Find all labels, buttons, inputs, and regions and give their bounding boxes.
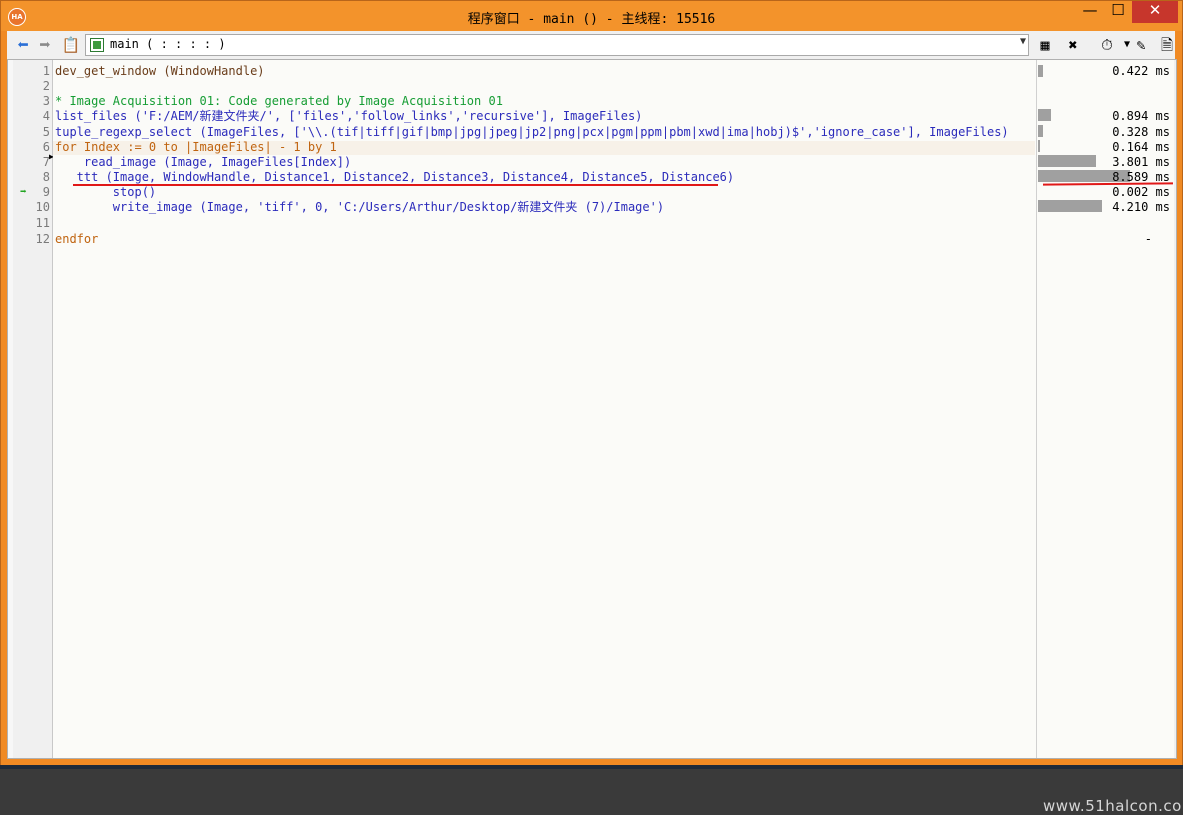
line-number: 12 xyxy=(35,232,50,246)
minimize-button[interactable]: — xyxy=(1076,1,1104,23)
code-line[interactable]: stop() xyxy=(55,185,156,200)
procedure-select[interactable]: main ( : : : : ) ▼ xyxy=(85,34,1029,56)
line-number-gutter[interactable]: 1 2 3 4 5 6 7 8 9 10 11 12 ➡ ▶ xyxy=(13,60,54,758)
watermark-text: www.51halcon.com xyxy=(1043,797,1183,815)
line-number: 11 xyxy=(35,216,50,230)
code-line[interactable]: endfor xyxy=(55,232,98,247)
code-editor: 1 2 3 4 5 6 7 8 9 10 11 12 ➡ ▶ dev_get_w… xyxy=(7,59,1183,815)
line-number: 10 xyxy=(35,200,50,214)
procedure-select-value: main ( : : : : ) xyxy=(110,37,226,51)
code-line[interactable]: dev_get_window (WindowHandle) xyxy=(55,64,265,79)
line-number: 6 xyxy=(42,140,50,154)
maximize-button[interactable]: ☐ xyxy=(1104,1,1132,23)
code-line[interactable]: ttt (Image, WindowHandle, Distance1, Dis… xyxy=(55,170,734,185)
code-line[interactable]: for Index := 0 to |ImageFiles| - 1 by 1 xyxy=(55,140,337,155)
clear-breakpoints-icon[interactable]: ✖ xyxy=(1063,35,1083,55)
procedure-icon xyxy=(90,38,104,52)
code-line[interactable]: list_files ('F:/AEM/新建文件夹/', ['files','f… xyxy=(55,109,642,124)
execution-time: - xyxy=(1144,232,1152,246)
program-counter-arrow-icon: ➡ xyxy=(20,185,27,198)
program-window: HA 程序窗口 - main () - 主线程: 15516 — ☐ ✕ ⬅ ➡… xyxy=(0,0,1183,815)
title-bar[interactable]: HA 程序窗口 - main () - 主线程: 15516 — ☐ ✕ xyxy=(1,1,1182,31)
execution-time: 0.422 ms xyxy=(1112,64,1170,78)
clipboard-icon[interactable]: 📋 xyxy=(61,35,81,55)
window-title: 程序窗口 - main () - 主线程: 15516 xyxy=(467,12,716,27)
time-bar xyxy=(1038,125,1043,137)
code-line[interactable]: read_image (Image, ImageFiles[Index]) xyxy=(55,155,351,170)
execution-time: 3.801 ms xyxy=(1112,155,1170,169)
toolbar: ⬅ ➡ 📋 main ( : : : : ) ▼ ▦ ✖ ⏱ ▼ ✎ 🗎 xyxy=(7,31,1175,59)
execution-time: 0.894 ms xyxy=(1112,109,1170,123)
time-bar xyxy=(1038,65,1043,77)
line-number: 8 xyxy=(42,170,50,184)
line-number: 5 xyxy=(42,125,50,139)
profiler-column: 0.422 ms 0.894 ms 0.328 ms 0.164 ms 3.80… xyxy=(1037,60,1174,758)
document-icon[interactable]: 🗎 xyxy=(1157,35,1177,55)
execution-time: 4.210 ms xyxy=(1112,200,1170,214)
calculator-icon[interactable]: ▦ xyxy=(1035,35,1055,55)
execution-time: 0.328 ms xyxy=(1112,125,1170,139)
execution-time: 0.164 ms xyxy=(1112,140,1170,154)
code-line[interactable]: * Image Acquisition 01: Code generated b… xyxy=(55,94,503,109)
line-number: 3 xyxy=(42,94,50,108)
line-number: 9 xyxy=(42,185,50,199)
line-number: 1 xyxy=(42,64,50,78)
edit-icon[interactable]: ✎ xyxy=(1131,35,1151,55)
close-button[interactable]: ✕ xyxy=(1132,1,1178,23)
code-line[interactable]: tuple_regexp_select (ImageFiles, ['\\.(t… xyxy=(55,125,1009,140)
arrow-right-icon[interactable]: ➡ xyxy=(35,35,55,55)
red-annotation-underline xyxy=(73,184,718,186)
arrow-left-icon[interactable]: ⬅ xyxy=(13,35,33,55)
code-area[interactable]: dev_get_window (WindowHandle) * Image Ac… xyxy=(53,60,1037,758)
desktop-background xyxy=(0,765,1183,769)
time-bar xyxy=(1038,109,1051,121)
line-number: 2 xyxy=(42,79,50,93)
time-bar xyxy=(1038,140,1040,152)
line-number: 7 xyxy=(42,155,50,169)
stopwatch-icon[interactable]: ⏱ xyxy=(1097,35,1117,55)
execution-time: 0.002 ms xyxy=(1112,185,1170,199)
code-line[interactable]: write_image (Image, 'tiff', 0, 'C:/Users… xyxy=(55,200,664,215)
line-number: 4 xyxy=(42,109,50,123)
chevron-down-icon[interactable]: ▼ xyxy=(1020,36,1026,47)
